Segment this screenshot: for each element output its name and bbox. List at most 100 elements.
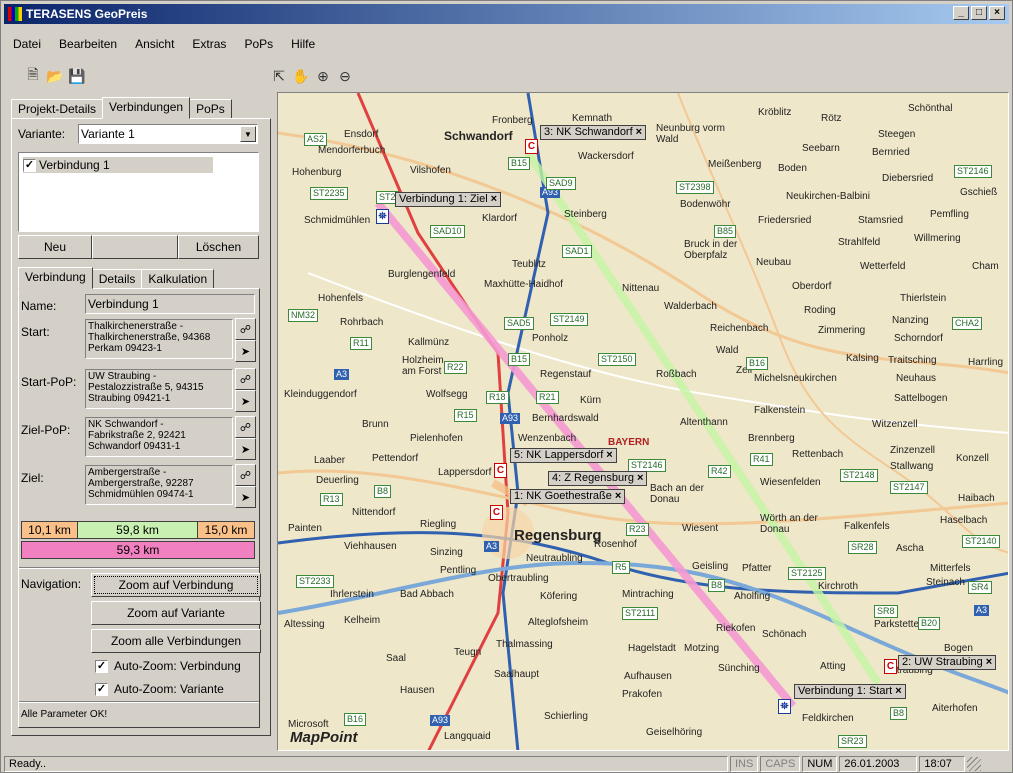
- pick-location-icon[interactable]: ➤: [235, 438, 256, 460]
- zoom-verbindung-button[interactable]: Zoom auf Verbindung: [91, 573, 261, 597]
- minimize-button[interactable]: _: [953, 6, 969, 20]
- open-folder-icon[interactable]: 📂: [44, 65, 66, 87]
- road-shield: ST2233: [296, 575, 334, 588]
- close-icon[interactable]: ×: [636, 126, 642, 138]
- pop-marker-lappersdorf[interactable]: C: [494, 463, 507, 478]
- variante-select[interactable]: Variante 1 ▼: [78, 124, 258, 144]
- town-label: Kürn: [580, 395, 602, 406]
- town-label: Brunn: [362, 419, 389, 430]
- zoom-out-icon[interactable]: ⊖: [334, 65, 356, 87]
- tab-pops[interactable]: PoPs: [189, 99, 232, 119]
- zoom-alle-button[interactable]: Zoom alle Verbindungen: [91, 629, 261, 653]
- checkbox-icon[interactable]: ✓: [95, 659, 108, 673]
- menu-ansicht[interactable]: Ansicht: [126, 37, 183, 55]
- tab-verbindung[interactable]: Verbindung: [18, 267, 93, 289]
- town-label: Kelheim: [344, 615, 381, 626]
- auto-zoom-verbindung-label: Auto-Zoom: Verbindung: [114, 659, 241, 673]
- top-tabs: Projekt-Details Verbindungen PoPs: [11, 97, 271, 119]
- town-label: Bruck in der Oberpfalz: [684, 239, 738, 261]
- road-shield: R11: [350, 337, 372, 350]
- menu-pops[interactable]: PoPs: [235, 37, 282, 55]
- checkbox-icon[interactable]: ✓: [95, 682, 108, 696]
- verbindung-list[interactable]: ✓ Verbindung 1: [18, 152, 259, 232]
- marker-label-lappersdorf[interactable]: 5: NK Lappersdorf ×: [510, 448, 617, 463]
- town-label: Mendorferbuch: [318, 145, 386, 156]
- close-icon[interactable]: ×: [615, 490, 621, 502]
- ziel-label: Ziel:: [21, 471, 44, 485]
- resize-grip-icon[interactable]: [967, 757, 982, 771]
- zoom-variante-button[interactable]: Zoom auf Variante: [91, 601, 261, 625]
- loeschen-button[interactable]: Löschen: [178, 235, 259, 259]
- region-label: BAYERN: [608, 437, 650, 448]
- save-icon[interactable]: 💾: [66, 65, 88, 87]
- town-label: Haibach: [958, 493, 995, 504]
- marker-label-goethestrasse[interactable]: 1: NK Goethestraße ×: [510, 489, 626, 504]
- tab-projekt-details[interactable]: Projekt-Details: [11, 99, 104, 119]
- town-label: Neukirchen-Balbini: [786, 191, 870, 202]
- marker-label-schwandorf[interactable]: 3: NK Schwandorf ×: [540, 125, 647, 140]
- blank-button[interactable]: [92, 235, 178, 259]
- startpop-line-3: Straubing 09421-1: [88, 393, 171, 404]
- tab-kalkulation[interactable]: Kalkulation: [141, 269, 215, 289]
- close-icon[interactable]: ×: [895, 685, 901, 697]
- close-button[interactable]: ×: [989, 6, 1005, 20]
- start-marker[interactable]: ⛯: [778, 699, 791, 714]
- neu-button[interactable]: Neu: [18, 235, 92, 259]
- town-label: Sünching: [718, 663, 760, 674]
- close-icon[interactable]: ×: [637, 472, 643, 484]
- town-label: Schierling: [544, 711, 588, 722]
- maximize-button[interactable]: □: [971, 6, 987, 20]
- pop-marker-schwandorf[interactable]: C: [525, 139, 538, 154]
- tab-verbindungen[interactable]: Verbindungen: [102, 97, 191, 119]
- pick-location-icon[interactable]: ➤: [235, 340, 256, 362]
- binoculars-icon[interactable]: ☍: [235, 318, 256, 340]
- town-label: Saalhaupt: [494, 669, 540, 680]
- pick-location-icon[interactable]: ➤: [235, 390, 256, 412]
- tab-details[interactable]: Details: [91, 269, 143, 289]
- binoculars-icon[interactable]: ☍: [235, 416, 256, 438]
- marker-label-straubing[interactable]: 2: UW Straubing ×: [898, 655, 997, 670]
- town-label: Nanzing: [892, 315, 929, 326]
- town-label: Rohrbach: [340, 317, 384, 328]
- town-label: Steinach: [926, 577, 965, 588]
- close-icon[interactable]: ×: [986, 656, 992, 668]
- list-item[interactable]: ✓ Verbindung 1: [23, 157, 213, 173]
- chevron-down-icon[interactable]: ▼: [240, 126, 256, 142]
- town-label: Wiesenfelden: [760, 477, 821, 488]
- close-icon[interactable]: ×: [606, 449, 612, 461]
- binoculars-icon[interactable]: ☍: [235, 368, 256, 390]
- road-shield: R42: [708, 465, 731, 478]
- pick-location-icon[interactable]: ➤: [235, 486, 256, 508]
- marker-label-start[interactable]: Verbindung 1: Start ×: [794, 684, 906, 699]
- town-label: Hohenfels: [318, 293, 364, 304]
- pan-hand-icon[interactable]: ✋: [290, 65, 312, 87]
- menu-extras[interactable]: Extras: [183, 37, 235, 55]
- map-view[interactable]: Kröblitz Rötz Schönthal Fronberg Kemnath…: [277, 92, 1009, 751]
- town-label: Rötz: [821, 113, 842, 124]
- town-label: Witzenzell: [872, 419, 918, 430]
- auto-zoom-variante-label: Auto-Zoom: Variante: [114, 682, 224, 696]
- auto-zoom-verbindung-checkbox[interactable]: ✓ Auto-Zoom: Verbindung: [95, 659, 241, 673]
- menu-datei[interactable]: Datei: [4, 37, 50, 55]
- pop-marker-goethestrasse[interactable]: C: [490, 505, 503, 520]
- auto-zoom-variante-checkbox[interactable]: ✓ Auto-Zoom: Variante: [95, 682, 224, 696]
- binoculars-icon[interactable]: ☍: [235, 464, 256, 486]
- select-arrow-icon[interactable]: ⇱: [268, 65, 290, 87]
- town-label: Seebarn: [802, 143, 840, 154]
- marker-label-regensburg[interactable]: 4: Z Regensburg ×: [548, 471, 648, 486]
- menu-hilfe[interactable]: Hilfe: [282, 37, 324, 55]
- zielpop-line-1: NK Schwandorf -: [88, 419, 164, 430]
- checkbox-icon[interactable]: ✓: [23, 158, 36, 172]
- marker-label-ziel[interactable]: Verbindung 1: Ziel ×: [395, 192, 502, 207]
- ziel-marker[interactable]: ⛯: [376, 209, 389, 224]
- new-file-icon[interactable]: 🗎: [22, 65, 44, 87]
- town-label: Bad Abbach: [400, 589, 454, 600]
- close-icon[interactable]: ×: [491, 193, 497, 205]
- menu-bearbeiten[interactable]: Bearbeiten: [50, 37, 126, 55]
- town-label: Bernried: [872, 147, 910, 158]
- variante-label: Variante:: [18, 127, 66, 141]
- pop-marker-straubing[interactable]: C: [884, 659, 897, 674]
- zoom-in-icon[interactable]: ⊕: [312, 65, 334, 87]
- town-label: Parkstetten: [874, 619, 925, 630]
- app-icon: [8, 7, 22, 21]
